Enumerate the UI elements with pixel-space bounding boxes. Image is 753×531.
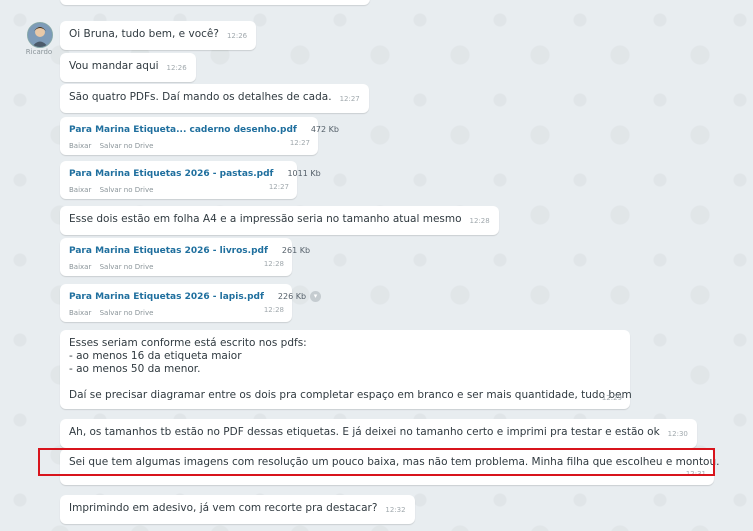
file-attachment[interactable]: Para Marina Etiquetas 2026 - livros.pdf …	[60, 238, 310, 276]
message-time: 12:28	[469, 217, 490, 225]
file-size: 261 Kb	[281, 246, 311, 255]
highlight-box	[38, 448, 715, 476]
message-bubble[interactable]: São quatro PDFs. Daí mando os detalhes d…	[60, 84, 369, 113]
file-attachment[interactable]: Para Marina Etiquetas 2026 - pastas.pdf …	[60, 161, 321, 199]
message-text: Ah, os tamanhos tb estão no PDF dessas e…	[69, 426, 660, 438]
file-name[interactable]: Para Marina Etiqueta... caderno desenho.…	[69, 124, 297, 137]
message-time: 12:30	[667, 430, 688, 438]
message-line: Daí se precisar diagramar entre os dois …	[69, 389, 632, 401]
message-time: 12:29	[601, 394, 622, 402]
file-size: 1011 Kb	[287, 169, 321, 178]
message-time: 12:26	[166, 64, 187, 72]
file-size: 472 Kb	[310, 125, 339, 134]
save-drive-link[interactable]: Salvar no Drive	[100, 142, 154, 150]
file-name[interactable]: Para Marina Etiquetas 2026 - lapis.pdf	[69, 291, 264, 304]
download-link[interactable]: Baixar	[69, 142, 91, 150]
message-time: 12:26	[226, 32, 248, 40]
download-link[interactable]: Baixar	[69, 263, 91, 271]
message-line: Esses seriam conforme está escrito nos p…	[69, 337, 307, 349]
message-line: - ao menos 50 da menor.	[69, 363, 201, 375]
message-bubble[interactable]: Ah, os tamanhos tb estão no PDF dessas e…	[60, 419, 697, 448]
save-drive-link[interactable]: Salvar no Drive	[100, 186, 154, 194]
file-name[interactable]: Para Marina Etiquetas 2026 - pastas.pdf	[69, 168, 273, 181]
message-text: Oi Bruna, tudo bem, e você?	[69, 28, 219, 40]
message-bubble[interactable]: Esses seriam conforme está escrito nos p…	[60, 330, 632, 409]
message-text: Vou mandar aqui	[69, 60, 159, 72]
file-size: 226 Kb	[277, 292, 307, 301]
message-line	[69, 376, 621, 389]
message-time: 12:27	[268, 183, 289, 191]
file-attachment[interactable]: Para Marina Etiqueta... caderno desenho.…	[60, 117, 339, 155]
message-time: 12:28	[263, 306, 284, 314]
message-text: Imprimindo em adesivo, já vem com recort…	[69, 502, 378, 514]
previous-message-bubble	[60, 0, 370, 5]
download-link[interactable]: Baixar	[69, 186, 91, 194]
message-text: São quatro PDFs. Daí mando os detalhes d…	[69, 91, 332, 103]
save-drive-link[interactable]: Salvar no Drive	[100, 309, 154, 317]
chevron-down-icon[interactable]: ▾	[310, 291, 321, 302]
file-name[interactable]: Para Marina Etiquetas 2026 - livros.pdf	[69, 245, 268, 258]
sender-name: Ricardo	[25, 48, 53, 56]
message-time: 12:28	[263, 260, 284, 268]
message-bubble[interactable]: Imprimindo em adesivo, já vem com recort…	[60, 495, 415, 524]
message-line: - ao menos 16 da etiqueta maior	[69, 350, 242, 362]
message-bubble[interactable]: Oi Bruna, tudo bem, e você? 12:26	[60, 21, 257, 50]
download-link[interactable]: Baixar	[69, 309, 91, 317]
message-time: 12:27	[339, 95, 360, 103]
sender-avatar[interactable]	[27, 22, 53, 48]
message-bubble[interactable]: Vou mandar aqui 12:26	[60, 53, 196, 82]
message-text: Esse dois estão em folha A4 e a impressã…	[69, 213, 462, 225]
message-time: 12:32	[385, 506, 406, 514]
save-drive-link[interactable]: Salvar no Drive	[100, 263, 154, 271]
file-attachment[interactable]: Para Marina Etiquetas 2026 - lapis.pdf 2…	[60, 284, 306, 322]
message-time: 12:27	[289, 139, 310, 147]
message-bubble[interactable]: Esse dois estão em folha A4 e a impressã…	[60, 206, 499, 235]
